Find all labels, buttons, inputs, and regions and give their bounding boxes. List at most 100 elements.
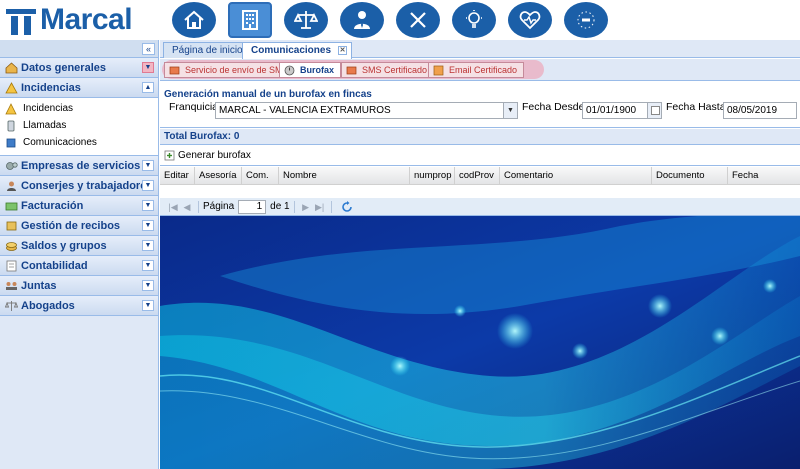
franquicia-select[interactable]: MARCAL - VALENCIA EXTRAMUROS ▼ (215, 102, 518, 119)
refresh-icon[interactable] (340, 200, 354, 214)
col-comentario[interactable]: Comentario (500, 167, 652, 185)
subtab-burofax[interactable]: Burofax (279, 62, 342, 78)
burofax-form: Generación manual de un burofax en finca… (160, 82, 800, 128)
sidebar-item-llamadas[interactable]: Llamadas (0, 117, 158, 134)
franquicia-value: MARCAL - VALENCIA EXTRAMUROS (219, 105, 391, 116)
col-documento[interactable]: Documento (652, 167, 728, 185)
house-icon (5, 61, 18, 74)
tab-comunicaciones[interactable]: Comunicaciones ✕ (242, 42, 353, 59)
chevron-down-icon[interactable]: ▼ (142, 200, 154, 211)
sidebar-section-label: Empresas de servicios (21, 159, 141, 172)
calculator-icon[interactable] (396, 2, 440, 38)
gears-icon (5, 160, 18, 172)
clock-icon (284, 65, 295, 76)
home-icon[interactable] (172, 2, 216, 38)
chevron-down-icon[interactable]: ▼ (503, 103, 517, 118)
sidebar-section-label: Juntas (21, 279, 57, 292)
chevron-up-icon[interactable]: ▲ (142, 82, 154, 93)
prev-page-icon[interactable]: ◀ (180, 201, 194, 213)
user-tie-icon[interactable] (340, 2, 384, 38)
chevron-down-icon[interactable]: ▼ (142, 160, 154, 171)
sidebar-collapse-button[interactable]: « (142, 43, 155, 55)
money-icon (5, 200, 18, 212)
sidebar-item-incidencias[interactable]: Incidencias (0, 100, 158, 117)
phone-icon (5, 120, 17, 132)
col-nombre[interactable]: Nombre (279, 167, 410, 185)
col-codprov[interactable]: codProv (455, 167, 500, 185)
chevron-down-icon[interactable]: ▼ (142, 180, 154, 191)
tab-bar: Página de inicio ✕ Comunicaciones ✕ (160, 40, 800, 59)
subtab-bar: Servicio de envío de SMS Burofax SMS Cer… (160, 59, 800, 81)
sidebar-section-label: Datos generales (21, 61, 106, 74)
add-icon (164, 150, 175, 161)
col-editar[interactable]: Editar (160, 167, 195, 185)
tab-label: Página de inicio (172, 45, 243, 56)
app-window: Marcal « Datos generales ▼ Incidencias ▲… (0, 0, 800, 469)
col-fecha[interactable]: Fecha (728, 167, 800, 185)
sidebar-section-abogados[interactable]: Abogados ▼ (0, 296, 158, 316)
message-icon (5, 137, 17, 149)
sidebar-section-juntas[interactable]: Juntas ▼ (0, 276, 158, 296)
sidebar-section-datos-generales[interactable]: Datos generales ▼ (0, 58, 158, 78)
subtab-email-certificado[interactable]: Email Certificado (428, 62, 525, 78)
subtab-label: Servicio de envío de SMS (185, 65, 289, 75)
heart-pulse-icon[interactable] (508, 2, 552, 38)
page-input[interactable]: 1 (238, 199, 267, 214)
sidebar-item-comunicaciones[interactable]: Comunicaciones (0, 134, 158, 151)
subtab-label: Email Certificado (449, 65, 518, 75)
scales-icon (4, 300, 19, 312)
sidebar-section-label: Facturación (21, 199, 84, 212)
brand-name: Marcal (40, 3, 133, 36)
chevron-down-icon[interactable]: ▼ (142, 260, 154, 271)
sidebar-section-label: Incidencias (21, 81, 81, 94)
sidebar-section-contabilidad[interactable]: Contabilidad ▼ (0, 256, 158, 276)
sidebar-top: « (0, 40, 158, 58)
sidebar-section-conserjes[interactable]: Conserjes y trabajadores ▼ (0, 176, 158, 196)
col-numprop[interactable]: numprop (410, 167, 455, 185)
pager-separator (293, 200, 295, 213)
sidebar-section-facturacion[interactable]: Facturación ▼ (0, 196, 158, 216)
chevron-down-icon[interactable]: ▼ (142, 280, 154, 291)
last-page-icon[interactable]: ▶| (313, 201, 327, 213)
incidencias-items: Incidencias Llamadas Comunicaciones (0, 98, 158, 156)
grid-toolbar: Generar burofax (160, 146, 800, 166)
sidebar-section-label: Saldos y grupos (21, 239, 107, 252)
sidebar-item-label: Comunicaciones (23, 137, 97, 148)
chevron-down-icon[interactable]: ▼ (142, 300, 154, 311)
sms-icon (169, 66, 180, 75)
close-icon[interactable]: ✕ (338, 46, 348, 55)
sms-icon (346, 66, 357, 75)
sidebar-section-saldos[interactable]: Saldos y grupos ▼ (0, 236, 158, 256)
fecha-hasta-input[interactable]: 08/05/2019 (723, 102, 797, 119)
building-icon[interactable] (228, 2, 272, 38)
col-com[interactable]: Com. (242, 167, 279, 185)
chevron-down-icon[interactable]: ▼ (142, 62, 154, 73)
brand-logo[interactable]: Marcal (6, 3, 133, 37)
fecha-desde-value: 01/01/1900 (586, 105, 637, 116)
scales-icon[interactable] (284, 2, 328, 38)
next-page-icon[interactable]: ▶ (299, 201, 313, 213)
first-page-icon[interactable]: |◀ (166, 201, 180, 213)
subtab-label: SMS Certificado (362, 65, 428, 75)
sidebar-section-incidencias[interactable]: Incidencias ▲ (0, 78, 158, 98)
sidebar-section-empresas[interactable]: Empresas de servicios ▼ (0, 156, 158, 176)
calendar-icon[interactable] (647, 103, 661, 118)
subtab-sms-certificado[interactable]: SMS Certificado (341, 62, 435, 78)
chevron-down-icon[interactable]: ▼ (142, 220, 154, 231)
main-panel: Página de inicio ✕ Comunicaciones ✕ Serv… (160, 40, 800, 469)
subtab-sms[interactable]: Servicio de envío de SMS (164, 62, 296, 78)
form-title: Generación manual de un burofax en finca… (164, 89, 372, 100)
sidebar-item-label: Llamadas (23, 120, 67, 131)
eu-stars-icon[interactable] (564, 2, 608, 38)
chevron-down-icon[interactable]: ▼ (142, 240, 154, 251)
col-asesoria[interactable]: Asesoría (195, 167, 242, 185)
grid-body (160, 186, 800, 198)
fecha-hasta-value: 08/05/2019 (727, 105, 778, 116)
lightbulb-icon[interactable] (452, 2, 496, 38)
generar-burofax-button[interactable]: Generar burofax (164, 150, 251, 161)
sidebar-section-recibos[interactable]: Gestión de recibos ▼ (0, 216, 158, 236)
generar-burofax-label: Generar burofax (178, 150, 251, 161)
fecha-hasta-label: Fecha Hasta (666, 101, 726, 113)
fecha-desde-input[interactable]: 01/01/1900 (582, 102, 662, 119)
subtab-label: Burofax (300, 65, 335, 75)
